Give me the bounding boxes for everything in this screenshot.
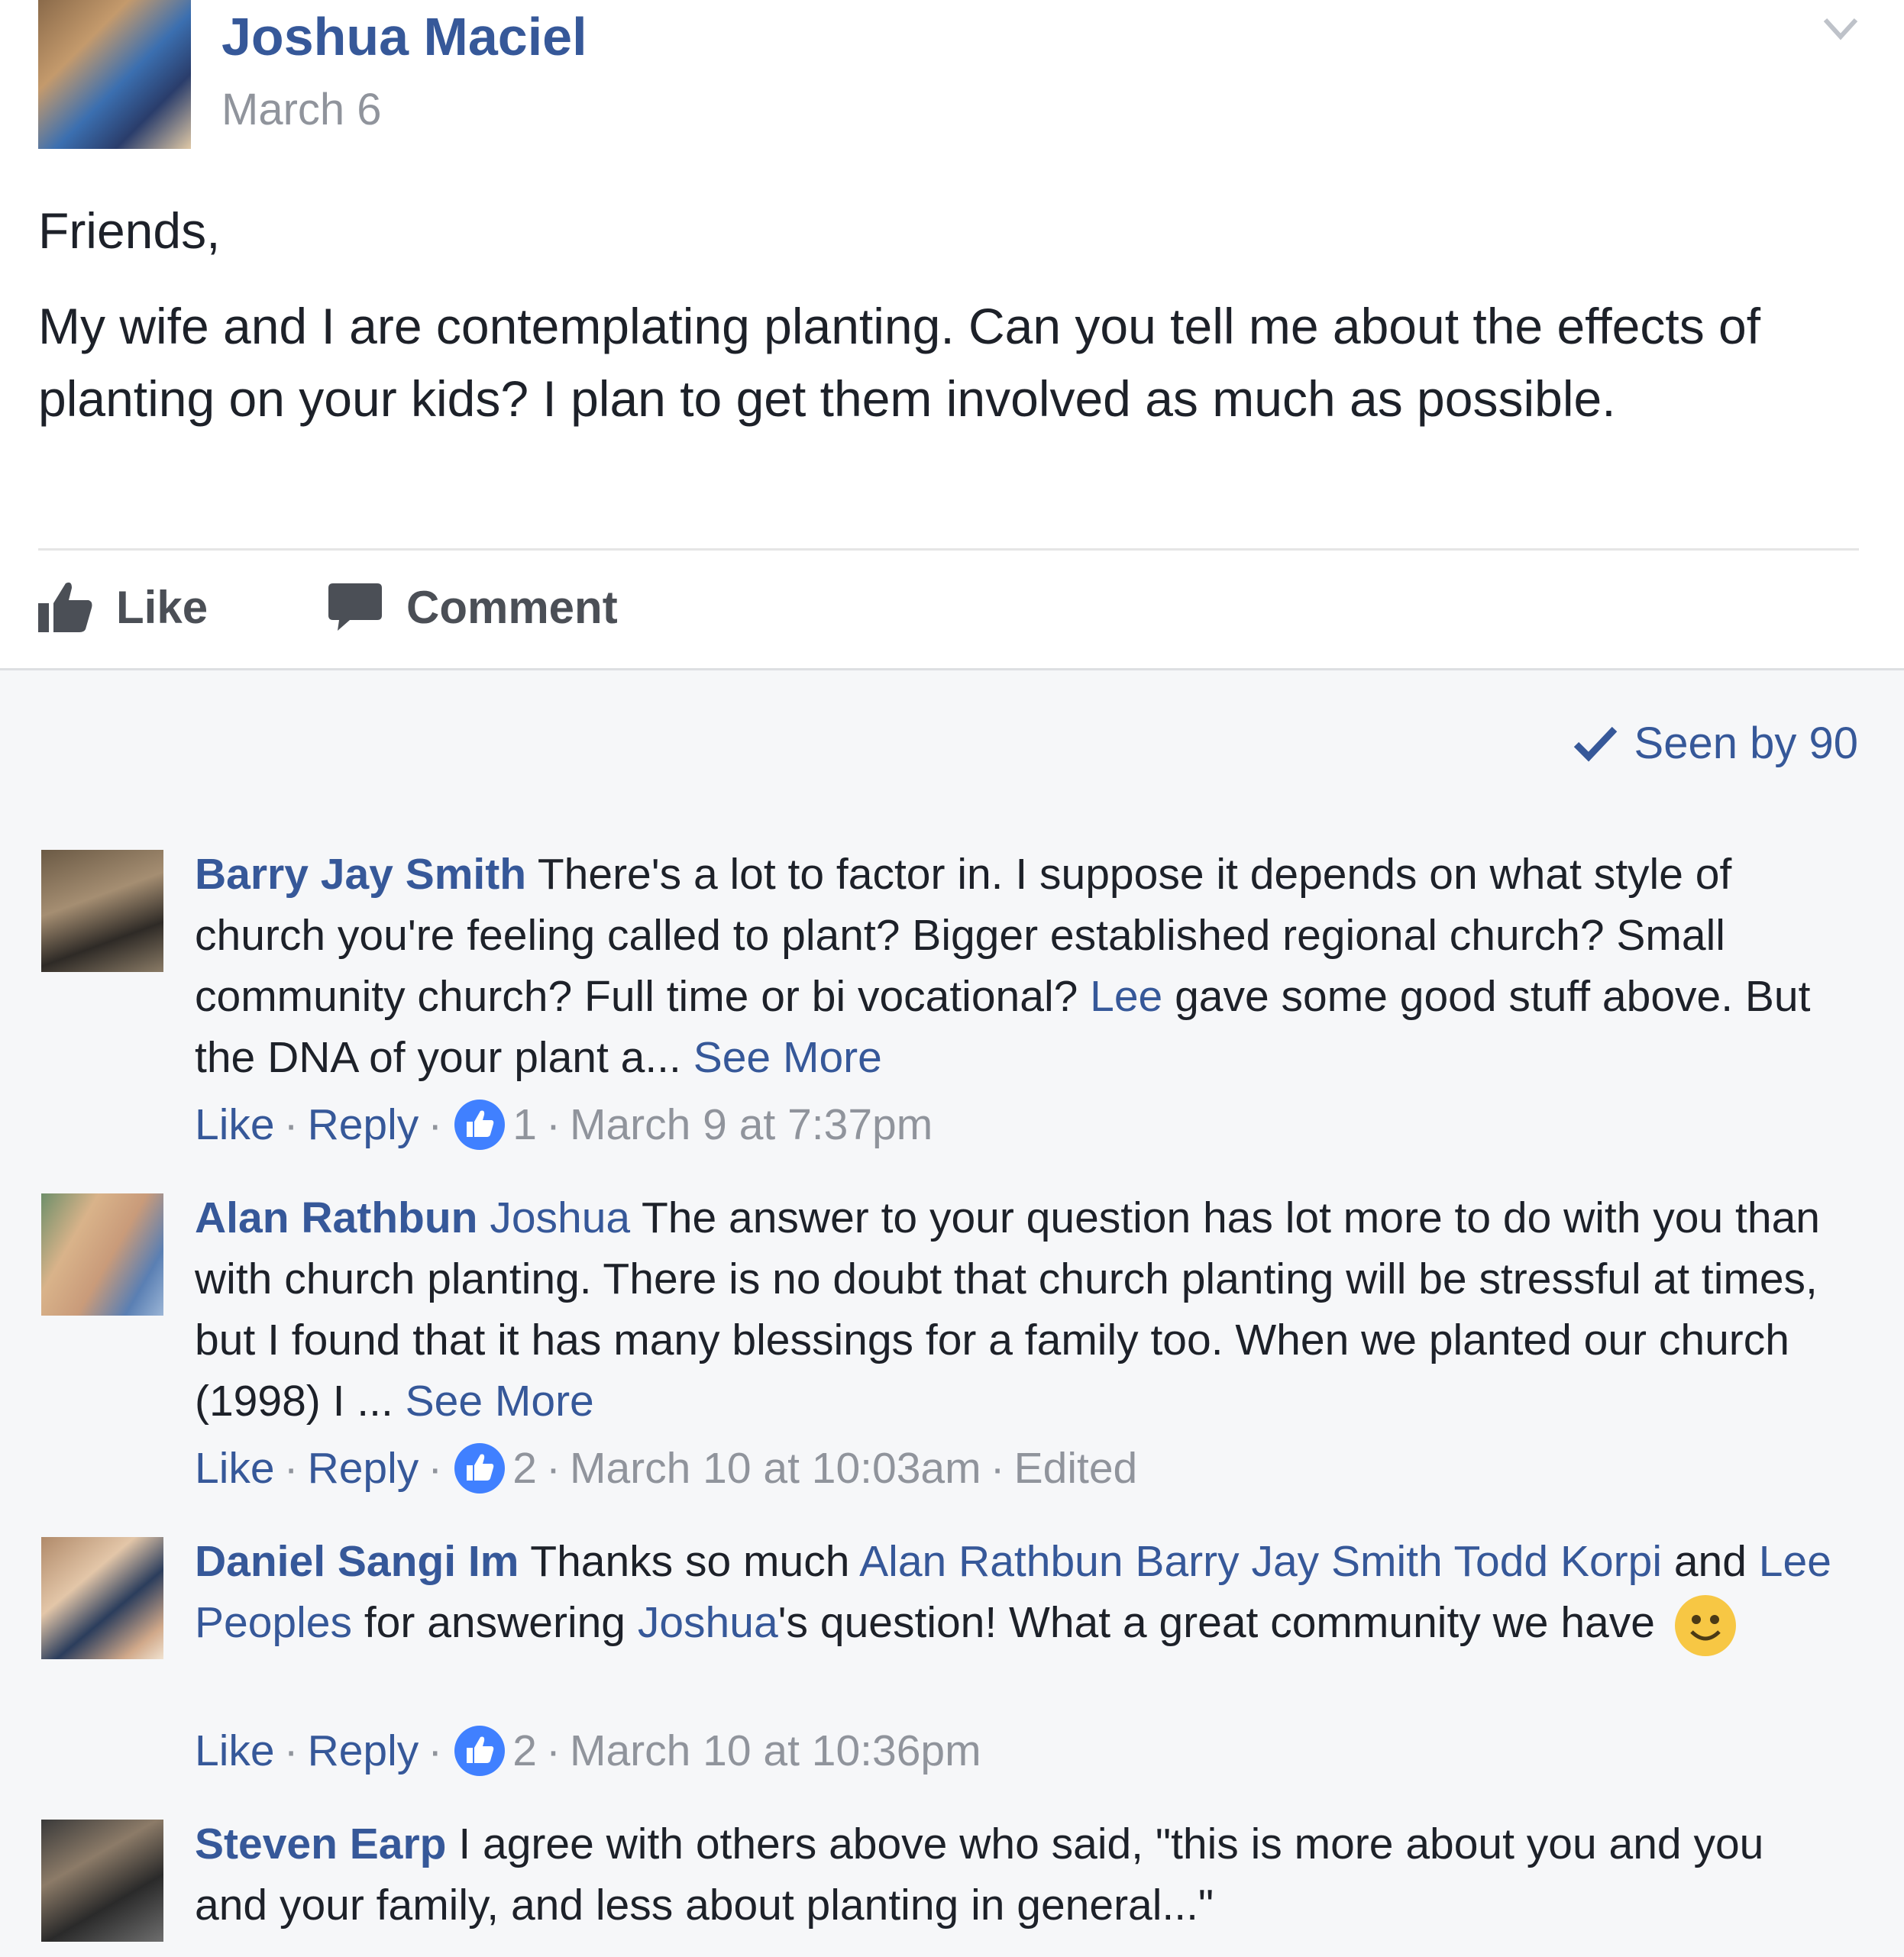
- comment-author[interactable]: Alan Rathbun: [195, 1193, 477, 1242]
- post-greeting: Friends,: [38, 202, 221, 259]
- comment-like-button[interactable]: Like: [195, 1100, 275, 1150]
- reaction-count[interactable]: 2: [512, 1443, 537, 1494]
- post-body: Friends, My wife and I are contemplating…: [38, 195, 1841, 435]
- author-avatar[interactable]: [38, 0, 191, 149]
- comment-text: Barry Jay Smith There's a lot to factor …: [195, 844, 1837, 1088]
- comment-body: Thanks so much: [519, 1537, 860, 1586]
- smiley-emoji-icon: [1674, 1594, 1736, 1656]
- comment-reply-button[interactable]: Reply: [308, 1100, 419, 1150]
- comment-author[interactable]: Daniel Sangi Im: [195, 1537, 519, 1586]
- comment-like-button[interactable]: Like: [195, 1726, 275, 1776]
- comment-reply-button[interactable]: Reply: [308, 1443, 419, 1494]
- comment-label: Comment: [406, 581, 618, 633]
- comment-text: Daniel Sangi Im Thanks so much Alan Rath…: [195, 1531, 1837, 1656]
- mention-link[interactable]: Lee: [1090, 972, 1162, 1021]
- mention-link[interactable]: Alan Rathbun: [859, 1537, 1123, 1586]
- seen-by-indicator[interactable]: Seen by 90: [1572, 718, 1858, 769]
- reaction-count[interactable]: 2: [512, 1726, 537, 1776]
- comment-timestamp[interactable]: March 9 at 7:37pm: [570, 1100, 933, 1150]
- like-reaction-icon: [454, 1726, 506, 1776]
- comment-reply-button[interactable]: Reply: [308, 1726, 419, 1776]
- comment-body: 's question! What a great community we h…: [777, 1598, 1667, 1647]
- chevron-down-icon[interactable]: [1818, 6, 1864, 52]
- comment-meta: Like · Reply · 2 · March 10 at 10:03am ·…: [195, 1443, 1138, 1494]
- checkmark-icon: [1573, 726, 1617, 761]
- mention-link[interactable]: Joshua: [490, 1193, 630, 1242]
- divider: [38, 548, 1859, 551]
- like-button[interactable]: Like: [37, 576, 208, 638]
- like-reaction-icon: [454, 1443, 506, 1494]
- mention-link[interactable]: Barry Jay Smith: [1135, 1537, 1442, 1586]
- comment-like-button[interactable]: Like: [195, 1443, 275, 1494]
- comment-body: for answering: [352, 1598, 638, 1647]
- seen-by-label: Seen by 90: [1634, 719, 1858, 768]
- mention-link[interactable]: Joshua: [638, 1598, 778, 1647]
- comment-meta: Like · Reply · 1 · March 9 at 7:37pm: [195, 1100, 933, 1150]
- mention-link[interactable]: Todd Korpi: [1454, 1537, 1663, 1586]
- see-more-link[interactable]: See More: [693, 1033, 882, 1082]
- avatar[interactable]: [41, 850, 163, 972]
- avatar[interactable]: [41, 1193, 163, 1316]
- comment-author[interactable]: Steven Earp: [195, 1820, 446, 1868]
- comment-body: and: [1662, 1537, 1759, 1586]
- comment-author[interactable]: Barry Jay Smith: [195, 850, 526, 899]
- thumbs-up-icon: [38, 582, 92, 632]
- like-label: Like: [116, 581, 209, 633]
- post-date[interactable]: March 6: [221, 84, 382, 135]
- like-reaction-icon: [454, 1100, 506, 1150]
- reaction-count[interactable]: 1: [512, 1100, 537, 1150]
- avatar[interactable]: [41, 1820, 163, 1942]
- avatar[interactable]: [41, 1537, 163, 1659]
- comment-bubble-icon: [328, 583, 382, 631]
- post-card: Joshua Maciel March 6 Friends, My wife a…: [0, 0, 1904, 668]
- edited-label[interactable]: Edited: [1014, 1443, 1138, 1494]
- comment-timestamp[interactable]: March 10 at 10:03am: [570, 1443, 981, 1494]
- comment-text: Alan Rathbun Joshua The answer to your q…: [195, 1187, 1837, 1432]
- see-more-link[interactable]: See More: [406, 1377, 594, 1426]
- comments-section: Seen by 90 Barry Jay Smith There's a lot…: [0, 668, 1904, 1957]
- post-message: My wife and I are contemplating planting…: [38, 298, 1761, 427]
- comment-timestamp[interactable]: March 10 at 10:36pm: [570, 1726, 981, 1776]
- comment-meta: Like · Reply · 2 · March 10 at 10:36pm: [195, 1726, 981, 1776]
- comment-button[interactable]: Comment: [327, 576, 1904, 638]
- post-author-name[interactable]: Joshua Maciel: [221, 6, 587, 67]
- comment-text: Steven Earp I agree with others above wh…: [195, 1813, 1837, 1936]
